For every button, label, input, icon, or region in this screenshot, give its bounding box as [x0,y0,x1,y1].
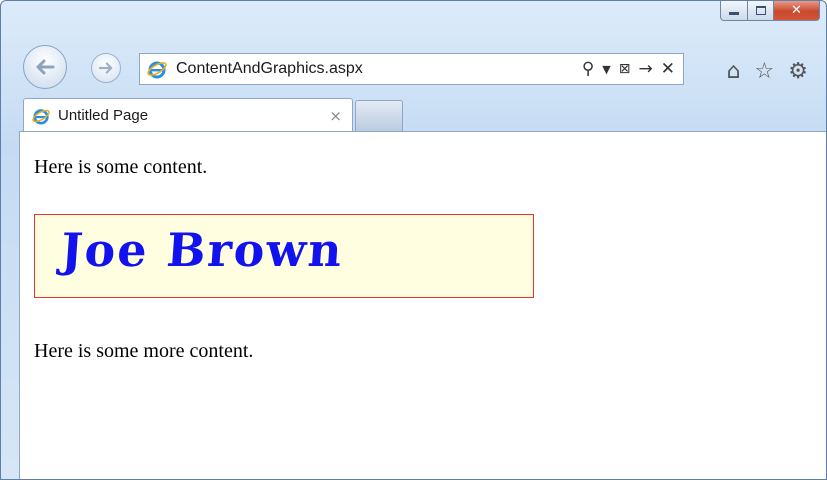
close-window-button[interactable]: ✕ [774,1,820,21]
maximize-button[interactable] [748,1,774,21]
minimize-icon [729,12,739,15]
home-icon[interactable]: ⌂ [727,59,741,84]
ie-logo-icon [30,105,52,127]
back-button[interactable] [23,45,67,89]
banner-text: Joe Brown [59,223,346,277]
more-content-paragraph: Here is some more content. [34,340,254,362]
close-window-icon: ✕ [791,3,802,18]
page-viewport: Here is some content. Joe Brown Here is … [19,131,826,479]
browser-window: ✕ ContentAndGraphics.aspx ⚲ ▼ ⊠ → ✕ ⌂ ☆ … [0,0,827,480]
gear-icon[interactable]: ⚙ [788,59,808,84]
address-tools: ⚲ ▼ ⊠ → ✕ [582,59,675,79]
tab-label: Untitled Page [58,107,149,124]
maximize-icon [755,6,766,15]
back-arrow-icon [36,59,55,75]
search-icon[interactable]: ⚲ [582,59,594,79]
command-icons: ⌂ ☆ ⚙ [727,59,808,84]
chevron-down-icon[interactable]: ▼ [602,63,610,76]
tab-untitled-page[interactable]: Untitled Page × [23,98,353,132]
star-icon[interactable]: ☆ [755,59,775,84]
new-tab-button[interactable] [355,100,403,132]
content-paragraph: Here is some content. [34,156,208,178]
minimize-button[interactable] [720,1,748,21]
caption-buttons: ✕ [720,1,820,23]
address-text[interactable]: ContentAndGraphics.aspx [176,60,582,78]
go-arrow-icon[interactable]: → [639,59,653,79]
close-icon[interactable]: ✕ [661,59,675,79]
address-bar[interactable]: ContentAndGraphics.aspx ⚲ ▼ ⊠ → ✕ [139,53,684,85]
compatibility-view-icon[interactable]: ⊠ [619,61,631,77]
ie-logo-icon [146,58,168,80]
forward-button[interactable] [91,53,121,83]
name-banner: Joe Brown [34,214,534,298]
tab-close-icon[interactable]: × [329,107,342,125]
forward-arrow-icon [98,62,113,74]
